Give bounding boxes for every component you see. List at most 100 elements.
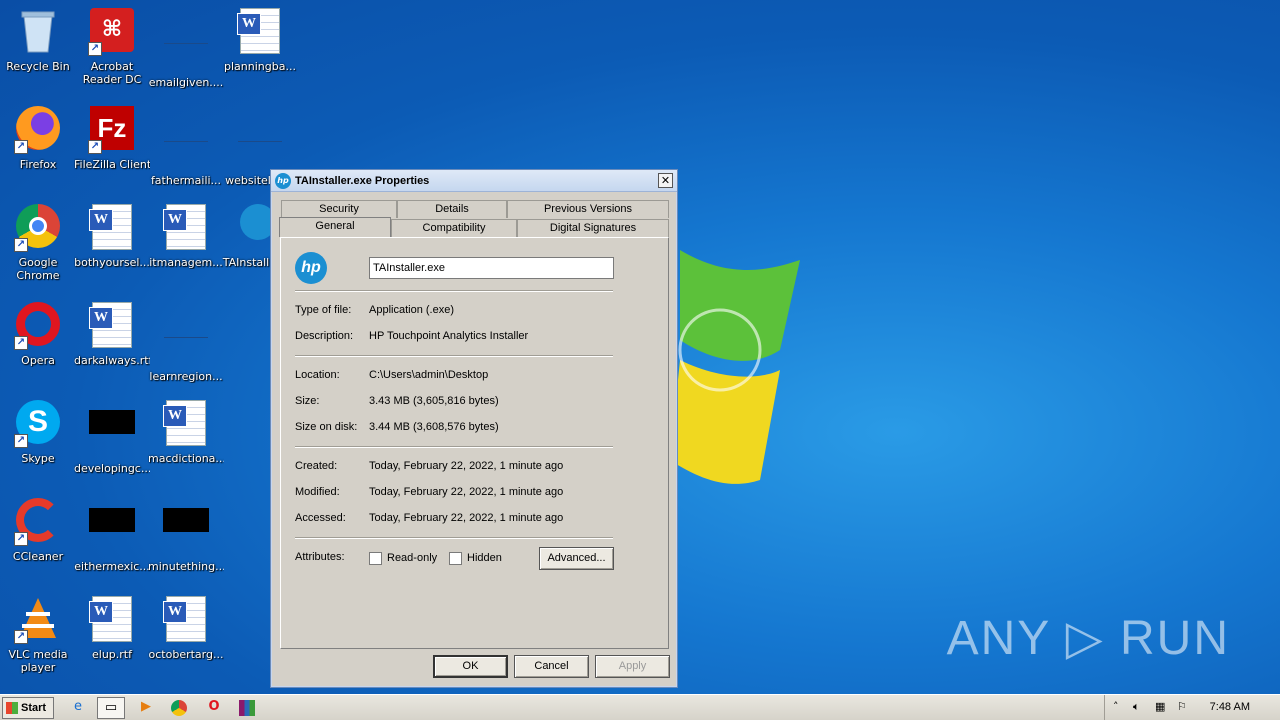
desktop-icon-acrobat[interactable]: ⌘ ↗ Acrobat Reader DC [74, 2, 150, 90]
dialog-title: TAInstaller.exe Properties [295, 174, 430, 187]
file-explorer-icon[interactable]: ▭ [97, 697, 125, 719]
tab-security[interactable]: Security [281, 200, 397, 218]
word-document-icon [236, 8, 284, 56]
separator [295, 355, 613, 357]
file-name-input[interactable] [369, 257, 614, 279]
tab-general[interactable]: General [279, 217, 391, 237]
show-hidden-icons-chevron[interactable]: ˄ [1113, 700, 1119, 713]
desktop-icon-firefox[interactable]: ↗ Firefox [0, 100, 76, 188]
hp-installer-icon [222, 204, 270, 252]
blank-file-icon [162, 122, 210, 170]
apply-button[interactable]: Apply [595, 655, 670, 678]
desktop-icon-fathermaili[interactable]: fathermaili... [148, 100, 224, 188]
readonly-label[interactable]: Read-only [387, 552, 437, 564]
separator [295, 537, 613, 539]
location-label: Location: [295, 369, 340, 381]
windows-logo-icon [6, 702, 18, 714]
word-document-icon [88, 596, 136, 644]
desktop-icon-vlc[interactable]: ↗ VLC media player [0, 590, 76, 678]
separator [295, 290, 613, 292]
desktop-icon-bothyoursel[interactable]: bothyoursel... [74, 198, 150, 286]
winrar-icon[interactable] [233, 697, 261, 719]
volume-icon[interactable]: 🔈︎ [1133, 700, 1140, 714]
location-value: C:\Users\admin\Desktop [369, 369, 489, 381]
blank-file-icon [162, 24, 210, 72]
desktop-icon-darkalways[interactable]: darkalways.rtf [74, 296, 150, 384]
desktop-icon-planningba[interactable]: planningba... [222, 2, 298, 90]
close-button[interactable]: ✕ [658, 173, 673, 188]
desktop-icon-itmanagem[interactable]: itmanagem... [148, 198, 224, 286]
desktop-icon-chrome[interactable]: ↗ Google Chrome [0, 198, 76, 286]
action-center-flag-icon[interactable]: ⚐ [1177, 700, 1187, 713]
vlc-icon: ↗ [14, 596, 62, 644]
advanced-button[interactable]: Advanced... [539, 547, 614, 570]
accessed-value: Today, February 22, 2022, 1 minute ago [369, 512, 564, 524]
chrome-icon: ↗ [14, 204, 62, 252]
general-tab-panel: hp Type of file: Application (.exe) Desc… [280, 237, 669, 649]
desktop-icon-eithermexic[interactable]: eithermexic... [74, 492, 150, 580]
hidden-checkbox[interactable] [449, 552, 462, 565]
desktop-icon-learnregion[interactable]: learnregion... [148, 296, 224, 384]
desktop-icon-emailgiven[interactable]: emailgiven.... [148, 2, 224, 90]
tab-row-top: Security Details Previous Versions [281, 200, 669, 218]
word-document-icon [162, 400, 210, 448]
hp-title-icon: hp [275, 172, 291, 189]
description-label: Description: [295, 330, 354, 342]
black-file-icon [88, 410, 136, 458]
desktop-icon-recycle-bin[interactable]: Recycle Bin [0, 2, 76, 90]
blank-file-icon [236, 122, 284, 170]
start-label: Start [21, 702, 47, 714]
description-value: HP Touchpoint Analytics Installer [369, 330, 529, 342]
desktop-icon-developingc[interactable]: developingc... [74, 394, 150, 482]
internet-explorer-icon[interactable]: e [64, 697, 92, 719]
tab-digital-signatures[interactable]: Digital Signatures [517, 219, 669, 237]
desktop-icon-minutething[interactable]: minutething... [148, 492, 224, 580]
desktop-icon-tainstaller[interactable]: TAInstall [222, 198, 270, 286]
start-button[interactable]: Start [2, 697, 54, 719]
modified-label: Modified: [295, 486, 340, 498]
network-icon[interactable]: ▦ [1155, 700, 1165, 713]
system-tray: ˄ 🔈︎ ▦ ⚐ 7:48 AM [1104, 695, 1280, 720]
accessed-label: Accessed: [295, 512, 346, 524]
anyrun-watermark: ANY ▷ RUN [946, 612, 1230, 665]
desktop-icon-macdictiona[interactable]: macdictiona... [148, 394, 224, 482]
tab-details[interactable]: Details [397, 200, 507, 218]
desktop-icon-ccleaner[interactable]: ↗ CCleaner [0, 492, 76, 580]
blank-file-icon [162, 318, 210, 366]
recycle-bin-icon [14, 8, 62, 56]
word-document-icon [88, 204, 136, 252]
type-of-file-label: Type of file: [295, 304, 352, 316]
tab-compatibility[interactable]: Compatibility [391, 219, 517, 237]
cancel-button[interactable]: Cancel [514, 655, 589, 678]
readonly-checkbox[interactable] [369, 552, 382, 565]
media-player-icon[interactable]: ▶ [132, 697, 160, 719]
properties-dialog: hp TAInstaller.exe Properties ✕ Security… [270, 169, 678, 688]
hp-logo-icon: hp [295, 252, 327, 284]
tab-previous-versions[interactable]: Previous Versions [507, 200, 669, 218]
desktop-icon-skype[interactable]: S ↗ Skype [0, 394, 76, 482]
desktop-icon-filezilla[interactable]: Fz ↗ FileZilla Client [74, 100, 150, 188]
hidden-label[interactable]: Hidden [467, 552, 502, 564]
filezilla-icon: Fz ↗ [88, 106, 136, 154]
black-file-icon [88, 508, 136, 556]
chrome-icon[interactable] [165, 697, 193, 719]
clock[interactable]: 7:48 AM [1210, 701, 1250, 713]
desktop-icon-octobertarg[interactable]: octobertarg... [148, 590, 224, 678]
word-document-icon [88, 302, 136, 350]
size-on-disk-value: 3.44 MB (3,608,576 bytes) [369, 421, 499, 433]
opera-icon: ↗ [14, 302, 62, 350]
type-of-file-value: Application (.exe) [369, 304, 454, 316]
size-on-disk-label: Size on disk: [295, 421, 358, 433]
opera-icon[interactable]: O [200, 697, 228, 719]
size-label: Size: [295, 395, 320, 407]
skype-icon: S ↗ [14, 400, 62, 448]
desktop-icon-opera[interactable]: ↗ Opera [0, 296, 76, 384]
black-file-icon [162, 508, 210, 556]
desktop-icon-elup[interactable]: elup.rtf [74, 590, 150, 678]
dialog-titlebar[interactable]: hp TAInstaller.exe Properties ✕ [271, 170, 677, 192]
firefox-icon: ↗ [14, 106, 62, 154]
attributes-label: Attributes: [295, 551, 345, 563]
ok-button[interactable]: OK [433, 655, 508, 678]
separator [295, 446, 613, 448]
acrobat-reader-icon: ⌘ ↗ [88, 8, 136, 56]
